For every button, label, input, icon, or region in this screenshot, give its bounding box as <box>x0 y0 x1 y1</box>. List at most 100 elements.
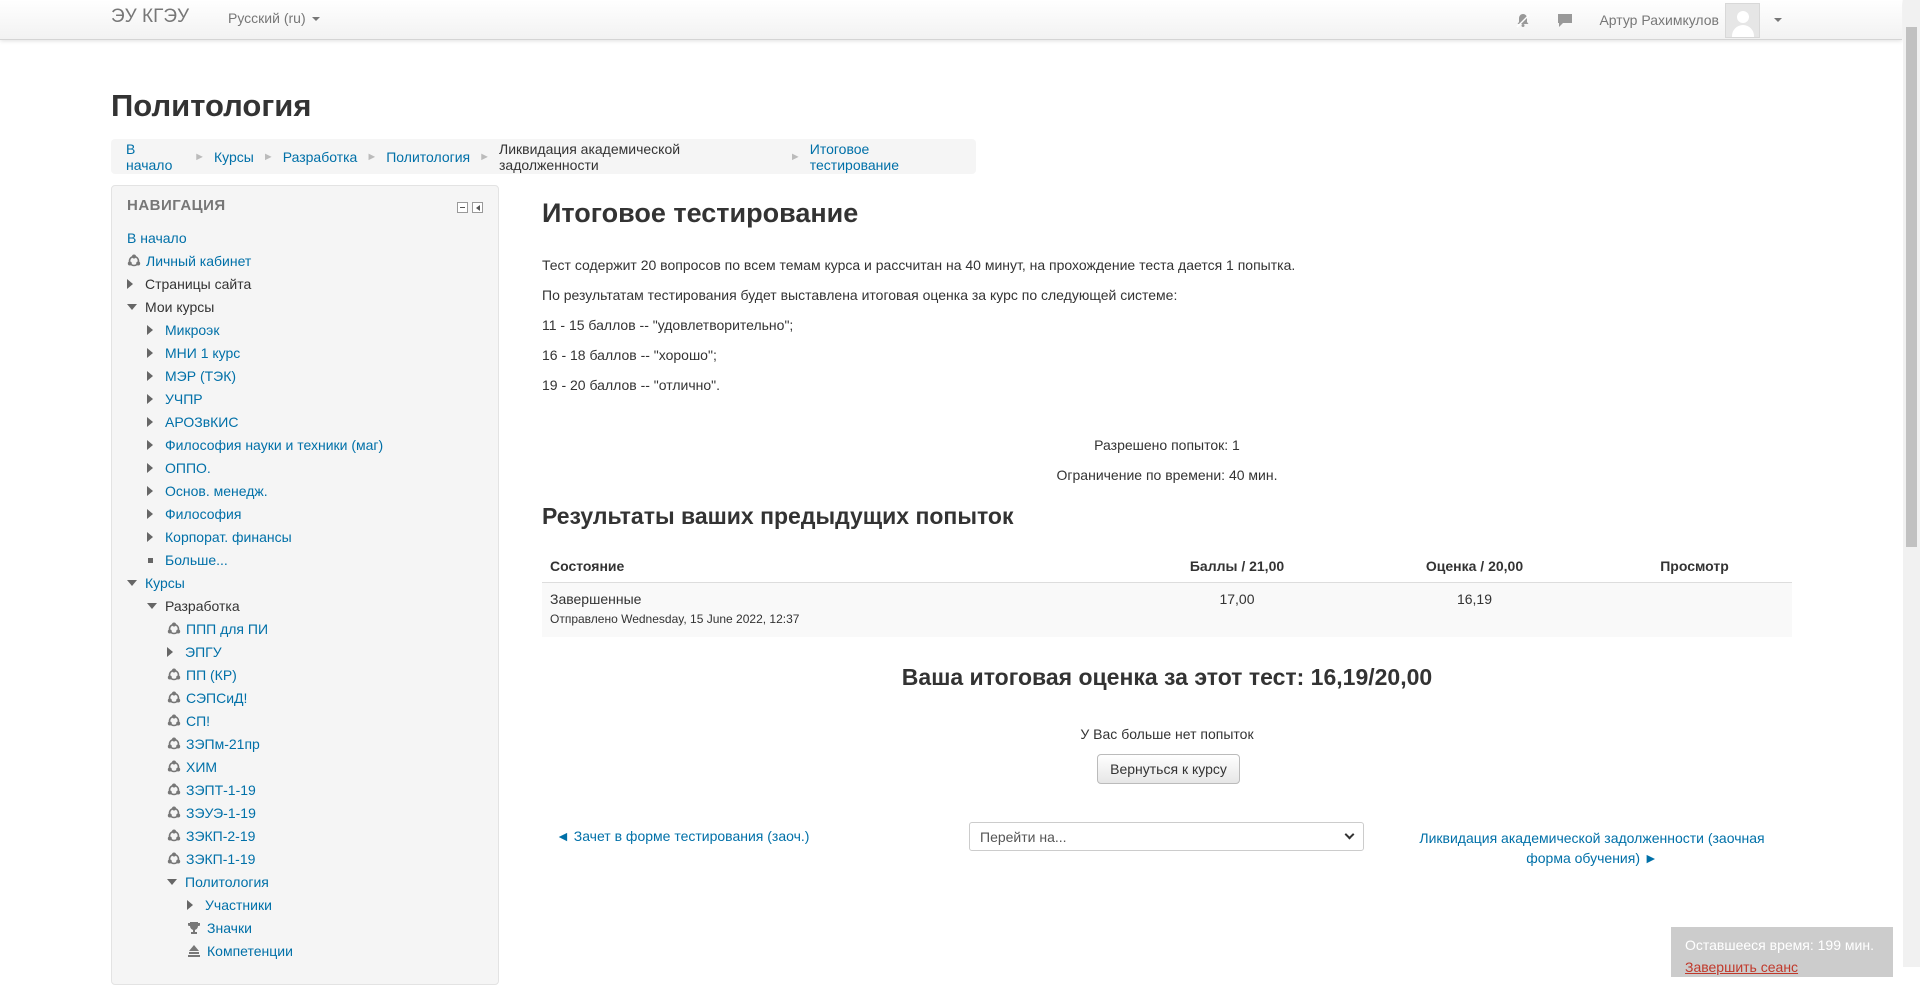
course-icon <box>167 852 181 865</box>
nav-item[interactable]: Компетенции <box>187 941 293 961</box>
nav-item-label[interactable]: Личный кабинет <box>146 253 251 269</box>
nav-item-label[interactable]: МНИ 1 курс <box>165 345 240 361</box>
nav-item-label[interactable]: СП! <box>186 713 210 729</box>
course-icon <box>167 760 181 773</box>
nav-item[interactable]: ОППО. <box>147 458 211 478</box>
nav-item[interactable]: ЭПГУ <box>167 642 222 662</box>
prev-activity-link[interactable]: ◄ Зачет в форме тестирования (заоч.) <box>556 828 809 844</box>
attempt-review[interactable] <box>1597 582 1792 637</box>
nav-item-label[interactable]: Значки <box>207 920 252 936</box>
breadcrumb-home[interactable]: В начало <box>126 141 185 173</box>
nav-item-label[interactable]: В начало <box>127 230 187 246</box>
nav-item-label[interactable]: Микроэк <box>165 322 219 338</box>
column-header: Оценка / 20,00 <box>1352 550 1597 583</box>
nav-item[interactable]: МНИ 1 курс <box>147 343 240 363</box>
back-to-course-button[interactable]: Вернуться к курсу <box>1097 754 1240 784</box>
nav-item-label[interactable]: ЗЭКП-1-19 <box>186 851 255 867</box>
quiz-timer: Оставшееся время: 199 мин. Завершить сеа… <box>1671 927 1893 977</box>
scrollbar-thumb[interactable] <box>1906 27 1917 547</box>
nav-item[interactable]: УЧПР <box>147 389 203 409</box>
nav-item[interactable]: Участники <box>187 895 272 915</box>
nav-item[interactable]: ЗЭПм-21пр <box>167 734 260 754</box>
nav-item-label[interactable]: МЭР (ТЭК) <box>165 368 236 384</box>
nav-item-label[interactable]: Корпорат. финансы <box>165 529 292 545</box>
nav-item-label[interactable]: УЧПР <box>165 391 203 407</box>
nav-item-label[interactable]: Компетенции <box>207 943 293 959</box>
nav-item[interactable]: СЭПСиД! <box>167 688 247 708</box>
nav-item-label[interactable]: ХИМ <box>186 759 217 775</box>
nav-item[interactable]: Курсы <box>127 573 185 593</box>
avatar-head <box>1737 10 1749 23</box>
nav-item-label[interactable]: СЭПСиД! <box>186 690 247 706</box>
avatar[interactable] <box>1725 2 1760 38</box>
intro-text: 11 - 15 баллов -- "удовлетворительно"; <box>542 317 794 333</box>
nav-item[interactable]: Политология <box>167 872 269 892</box>
nav-item[interactable]: Философия <box>147 504 241 524</box>
nav-item[interactable]: Больше... <box>147 550 228 570</box>
nav-item-label[interactable]: ЗЭПм-21пр <box>186 736 260 752</box>
nav-item[interactable]: АРОЗвКИС <box>147 412 238 432</box>
nav-item[interactable]: СП! <box>167 711 210 731</box>
user-name[interactable]: Артур Рахимкулов <box>1599 12 1719 28</box>
nav-item-label[interactable]: ЗЭКП-2-19 <box>186 828 255 844</box>
dock-block-icon[interactable] <box>472 202 483 213</box>
nav-item[interactable]: Значки <box>187 918 252 938</box>
navigation-block: НАВИГАЦИЯ В начало Личный кабинет Страницы… <box>111 185 499 985</box>
nav-item[interactable]: Основ. менедж. <box>147 481 268 501</box>
nav-item-label[interactable]: ЗЭПТ-1-19 <box>186 782 256 798</box>
nav-item[interactable]: ППП для ПИ <box>167 619 268 639</box>
breadcrumb-courses[interactable]: Курсы <box>214 149 254 165</box>
breadcrumb-separator: ► <box>789 150 801 163</box>
nav-item[interactable]: ХИМ <box>167 757 217 777</box>
collapse-block-icon[interactable] <box>457 202 468 213</box>
chevron-down-icon[interactable] <box>1774 18 1782 22</box>
nav-item-label[interactable]: Курсы <box>145 575 185 591</box>
nav-item[interactable]: Корпорат. финансы <box>147 527 292 547</box>
nav-item-label[interactable]: Философия <box>165 506 241 522</box>
next-activity-link[interactable]: Ликвидация академической задолженности (… <box>1402 828 1782 868</box>
nav-item-label[interactable]: ЭПГУ <box>185 644 222 660</box>
nav-item[interactable]: ЗЭУЭ-1-19 <box>167 803 256 823</box>
nav-item[interactable]: ПП (КР) <box>167 665 237 685</box>
finish-session-link[interactable]: Завершить сеанс <box>1685 959 1879 975</box>
nav-item-label[interactable]: ОППО. <box>165 460 211 476</box>
nav-item: Мои курсы <box>127 297 214 317</box>
nav-item-label[interactable]: Философия науки и техники (маг) <box>165 437 383 453</box>
breadcrumb-politology[interactable]: Политология <box>386 149 470 165</box>
nav-item[interactable]: ЗЭКП-2-19 <box>167 826 255 846</box>
nav-item[interactable]: ЗЭКП-1-19 <box>167 849 255 869</box>
nav-item-label[interactable]: ЗЭУЭ-1-19 <box>186 805 256 821</box>
page-scrollbar[interactable] <box>1903 0 1920 967</box>
site-brand[interactable]: ЭУ КГЭУ <box>111 6 189 28</box>
nav-item-label[interactable]: Политология <box>185 874 269 890</box>
expand-right-icon <box>147 325 153 335</box>
nav-item[interactable]: В начало <box>127 228 187 248</box>
user-nav: Артур Рахимкулов <box>1515 0 1782 40</box>
intro-text: 19 - 20 баллов -- "отлично". <box>542 377 720 393</box>
breadcrumb-development[interactable]: Разработка <box>283 149 358 165</box>
nav-item-label: Разработка <box>165 598 240 614</box>
nav-item[interactable]: ЗЭПТ-1-19 <box>167 780 256 800</box>
expand-right-icon <box>127 279 133 289</box>
nav-item-label[interactable]: ПП (КР) <box>186 667 237 683</box>
nav-item-label: Мои курсы <box>145 299 215 315</box>
nav-item-label[interactable]: ППП для ПИ <box>186 621 268 637</box>
nav-item[interactable]: МЭР (ТЭК) <box>147 366 236 386</box>
nav-item[interactable]: Философия науки и техники (маг) <box>147 435 383 455</box>
nav-item: Разработка <box>147 596 240 616</box>
jump-to-select[interactable]: Перейти на... <box>969 822 1364 851</box>
nav-item[interactable]: Личный кабинет <box>127 251 251 271</box>
nav-item-label[interactable]: Больше... <box>165 552 228 568</box>
nav-item-label[interactable]: Основ. менедж. <box>165 483 268 499</box>
breadcrumb-quiz[interactable]: Итоговое тестирование <box>810 141 961 173</box>
language-menu[interactable]: Русский (ru) <box>228 10 320 26</box>
nav-item[interactable]: Микроэк <box>147 320 219 340</box>
message-icon[interactable] <box>1557 12 1573 28</box>
nav-item-label[interactable]: Участники <box>205 897 272 913</box>
nav-item-label[interactable]: АРОЗвКИС <box>165 414 238 430</box>
column-header: Баллы / 21,00 <box>1122 550 1352 583</box>
bell-icon[interactable] <box>1515 12 1531 28</box>
language-label: Русский (ru) <box>228 10 306 26</box>
table-header-row: Состояние Баллы / 21,00 Оценка / 20,00 П… <box>542 550 1792 583</box>
table-row: Завершенные Отправлено Wednesday, 15 Jun… <box>542 582 1792 637</box>
